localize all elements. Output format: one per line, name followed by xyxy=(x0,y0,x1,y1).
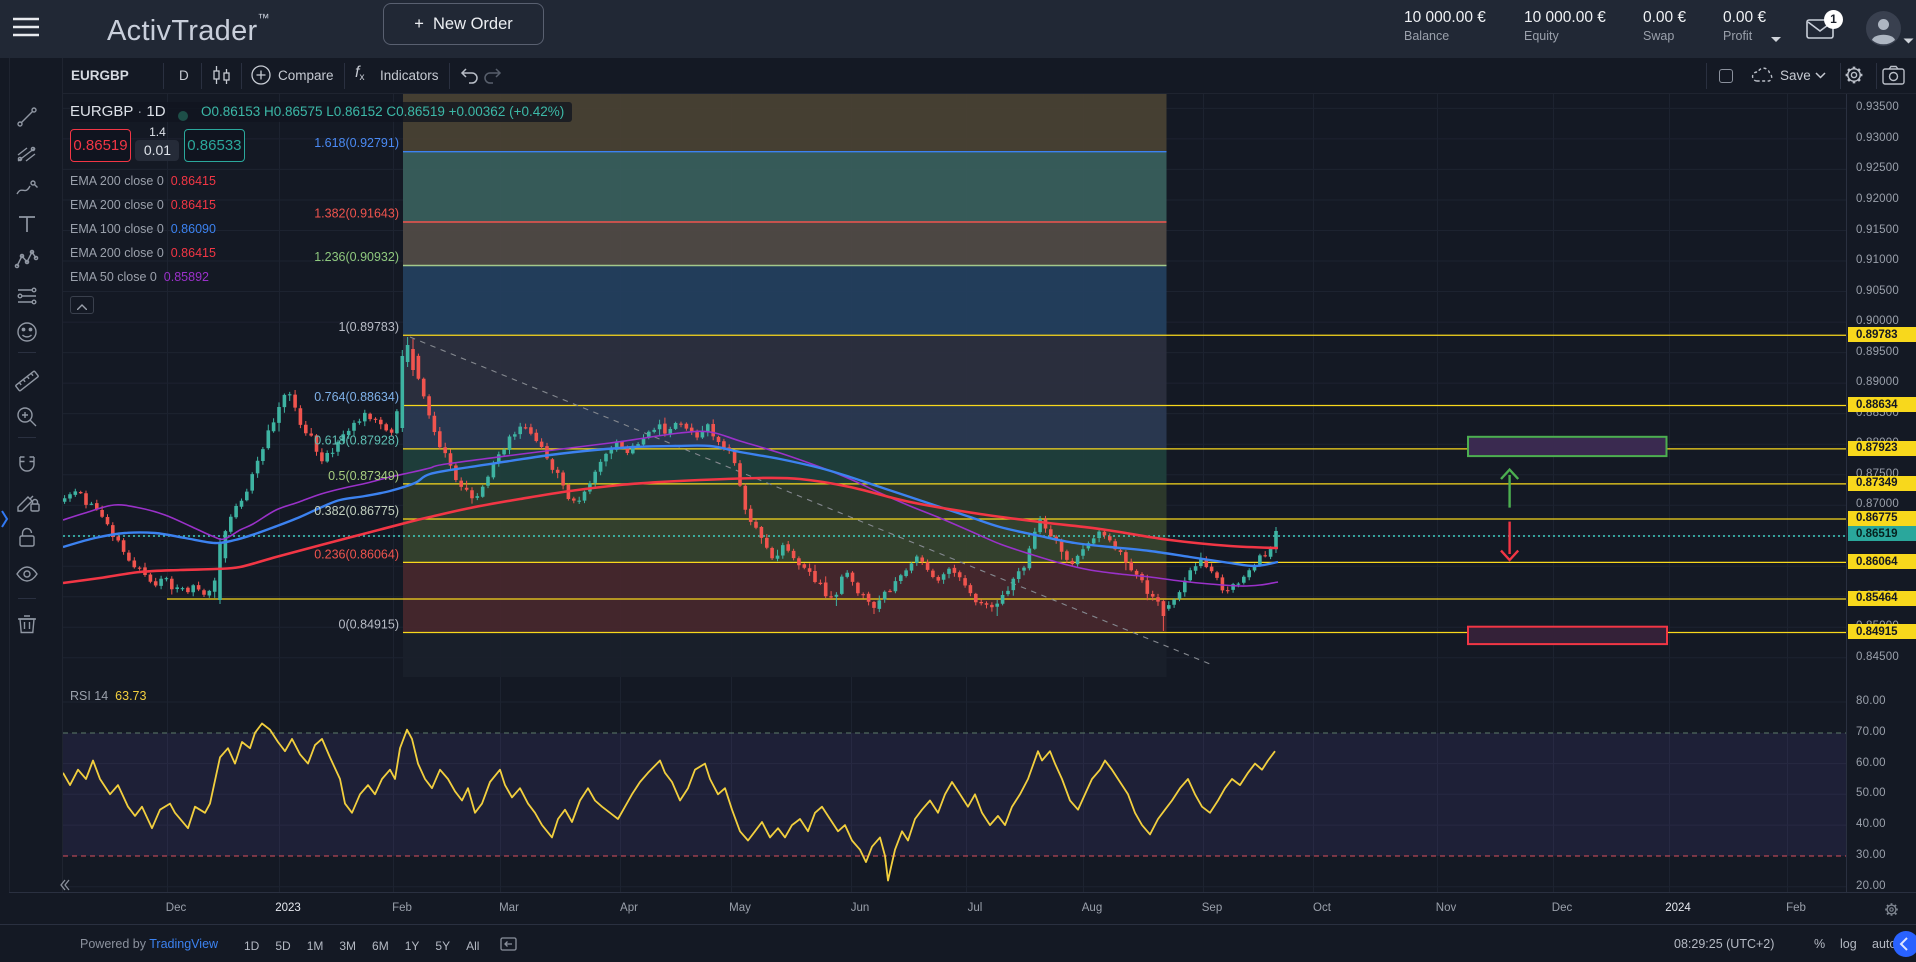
svg-text:1(0.89783): 1(0.89783) xyxy=(339,320,399,334)
svg-text:0.236(0.86064): 0.236(0.86064) xyxy=(314,547,399,561)
svg-text:0(0.84915): 0(0.84915) xyxy=(339,617,399,631)
svg-text:0.764(0.88634): 0.764(0.88634) xyxy=(314,390,399,404)
svg-text:0.618(0.87928): 0.618(0.87928) xyxy=(314,434,399,448)
svg-text:0.5(0.87349): 0.5(0.87349) xyxy=(328,469,399,483)
svg-text:0.382(0.86775): 0.382(0.86775) xyxy=(314,504,399,518)
